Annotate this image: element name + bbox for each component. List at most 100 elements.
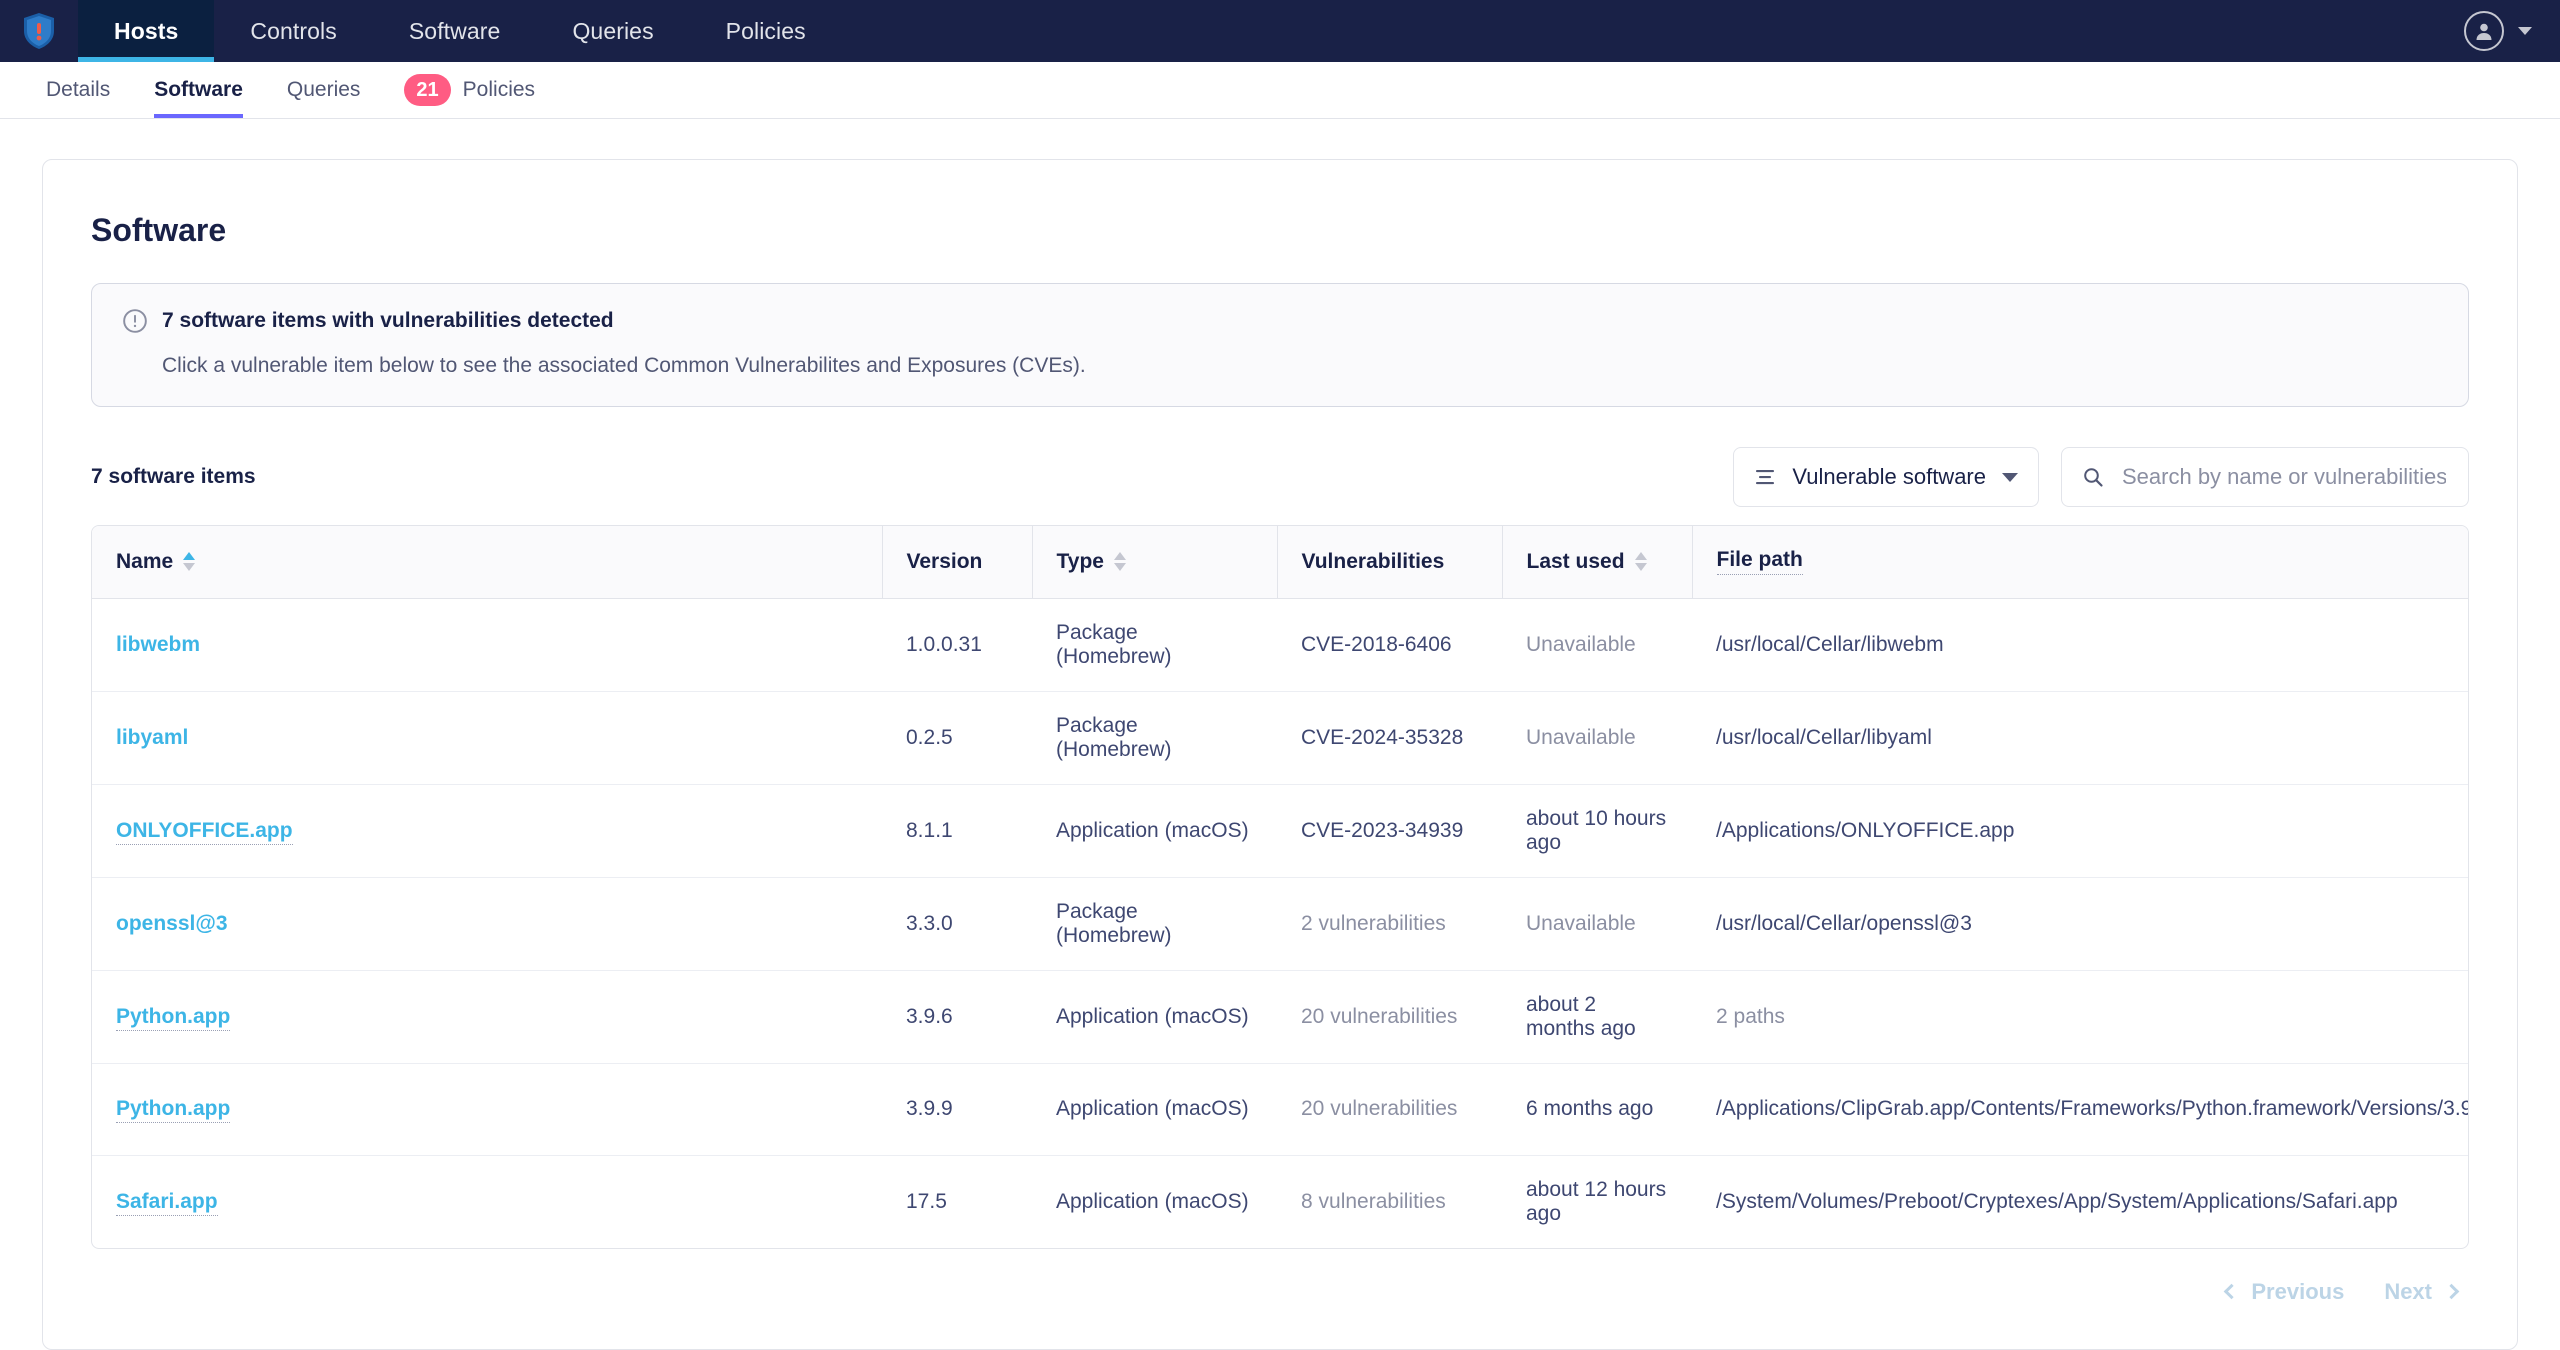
table-row[interactable]: Python.app 3.9.6 Application (macOS) 20 vul… bbox=[92, 970, 2468, 1064]
column-header-version-label: Version bbox=[906, 549, 983, 573]
nav-item-hosts-label: Hosts bbox=[114, 17, 179, 44]
software-name-link[interactable]: openssl@3 bbox=[116, 912, 228, 935]
user-avatar-icon bbox=[2476, 23, 2492, 40]
cell-file-path: /usr/local/Cellar/libyaml bbox=[1692, 691, 2468, 785]
cell-version: 3.3.0 bbox=[882, 877, 1032, 971]
previous-page-button[interactable]: Previous bbox=[2224, 1278, 2345, 1305]
table-row[interactable]: Safari.app 17.5 Application (macOS) 8 vulne… bbox=[92, 1155, 2468, 1248]
cell-file-path-text: 2 paths bbox=[1716, 1004, 1785, 1028]
search-box[interactable] bbox=[2061, 447, 2469, 507]
table-row[interactable]: openssl@3 3.3.0 Package (Homebrew) 2 vulner… bbox=[92, 877, 2468, 971]
column-header-vulnerabilities[interactable]: Vulnerabilities bbox=[1277, 526, 1503, 599]
table-row[interactable]: Python.app 3.9.9 Application (macOS) 20 vul… bbox=[92, 1063, 2468, 1156]
cell-vulnerabilities: 2 vulnerabilities bbox=[1277, 877, 1502, 971]
table-row[interactable]: libwebm 1.0.0.31 Package (Homebrew) CVE-201… bbox=[92, 598, 2468, 692]
cell-last-used-text: about 2 months ago bbox=[1526, 992, 1636, 1040]
column-header-name[interactable]: Name bbox=[92, 526, 883, 599]
sort-indicator-icon[interactable] bbox=[1634, 552, 1647, 572]
cell-version-text: 3.3.0 bbox=[906, 911, 953, 935]
cell-name: openssl@3 bbox=[92, 877, 882, 971]
software-table: Name Version Type Vulnerabilities Last u… bbox=[91, 525, 2469, 1249]
software-name-link[interactable]: libwebm bbox=[116, 633, 200, 656]
search-input[interactable] bbox=[2120, 463, 2448, 491]
column-header-file-path[interactable]: File path bbox=[1692, 526, 2468, 599]
cell-last-used: Unavailable bbox=[1502, 598, 1692, 692]
nav-item-software-label: Software bbox=[408, 17, 501, 44]
table-row[interactable]: ONLYOFFICE.app 8.1.1 Application (macOS) CV… bbox=[92, 784, 2468, 878]
software-name-link[interactable]: libyaml bbox=[116, 726, 188, 749]
software-card: Software 7 software items with vulnerabi… bbox=[42, 159, 2518, 1350]
nav-item-software[interactable]: Software bbox=[373, 0, 537, 62]
pagination: Previous Next bbox=[91, 1249, 2469, 1305]
cell-type-text: Application (macOS) bbox=[1056, 1004, 1249, 1028]
column-header-type[interactable]: Type bbox=[1032, 526, 1278, 599]
page-container: Software 7 software items with vulnerabi… bbox=[0, 119, 2560, 1350]
tab-policies[interactable]: 21 Policies bbox=[382, 62, 557, 118]
policies-count-badge: 21 bbox=[404, 74, 451, 106]
software-name-link[interactable]: Python.app bbox=[116, 1004, 231, 1031]
alert-heading-text: 7 software items with vulnerabilities de… bbox=[162, 309, 614, 332]
column-header-version[interactable]: Version bbox=[882, 526, 1033, 599]
nav-item-hosts[interactable]: Hosts bbox=[78, 0, 215, 62]
software-name-link[interactable]: ONLYOFFICE.app bbox=[116, 818, 293, 845]
avatar[interactable] bbox=[2464, 11, 2504, 51]
cell-vulnerabilities: 8 vulnerabilities bbox=[1277, 1155, 1502, 1248]
column-header-last-used[interactable]: Last used bbox=[1502, 526, 1693, 599]
cell-vulnerabilities: 20 vulnerabilities bbox=[1277, 970, 1502, 1064]
cell-vulnerabilities-text: 8 vulnerabilities bbox=[1301, 1189, 1446, 1213]
chevron-right-icon bbox=[2443, 1283, 2460, 1300]
cell-version: 8.1.1 bbox=[882, 784, 1032, 878]
software-name-link[interactable]: Python.app bbox=[116, 1097, 231, 1123]
chevron-down-icon[interactable] bbox=[2518, 27, 2532, 35]
top-navigation-bar: Hosts Controls Software Queries Policies bbox=[0, 0, 2560, 62]
cell-vulnerabilities-text: 2 vulnerabilities bbox=[1301, 911, 1446, 935]
cell-last-used-text: about 12 hours ago bbox=[1526, 1177, 1667, 1225]
tab-details[interactable]: Details bbox=[24, 62, 132, 118]
previous-page-label: Previous bbox=[2251, 1278, 2345, 1304]
alert-body-text: Click a vulnerable item below to see the… bbox=[162, 354, 1086, 377]
nav-item-controls[interactable]: Controls bbox=[214, 0, 372, 62]
software-name-link[interactable]: Safari.app bbox=[116, 1189, 218, 1216]
cell-last-used: about 10 hours ago bbox=[1502, 784, 1692, 878]
nav-item-queries[interactable]: Queries bbox=[536, 0, 689, 62]
cell-type-text: Application (macOS) bbox=[1056, 1097, 1249, 1120]
cell-last-used-text: Unavailable bbox=[1526, 911, 1636, 935]
user-menu[interactable] bbox=[2464, 0, 2532, 62]
cell-vulnerabilities: 20 vulnerabilities bbox=[1277, 1063, 1502, 1156]
sort-indicator-ascending-icon[interactable] bbox=[183, 552, 196, 572]
cell-vulnerabilities: CVE-2024-35328 bbox=[1277, 691, 1502, 785]
table-controls-right: Vulnerable software bbox=[1733, 447, 2469, 507]
app-logo[interactable] bbox=[0, 0, 78, 62]
table-header: Name Version Type Vulnerabilities Last u… bbox=[92, 526, 2468, 599]
primary-nav-items: Hosts Controls Software Queries Policies bbox=[78, 0, 842, 62]
alert-heading-row: 7 software items with vulnerabilities de… bbox=[122, 308, 2438, 334]
table-controls-row: 7 software items Vulnerable software bbox=[91, 447, 2469, 507]
cell-type: Application (macOS) bbox=[1032, 1063, 1277, 1156]
cell-type-text: Package (Homebrew) bbox=[1056, 620, 1172, 668]
cell-last-used-text: 6 months ago bbox=[1526, 1097, 1654, 1120]
tab-queries[interactable]: Queries bbox=[265, 62, 383, 118]
cell-file-path: 2 paths bbox=[1692, 970, 2468, 1064]
search-icon bbox=[2084, 468, 2103, 487]
vulnerability-alert-banner: 7 software items with vulnerabilities de… bbox=[91, 283, 2469, 407]
nav-item-policies-label: Policies bbox=[725, 17, 806, 44]
vulnerable-software-filter-dropdown[interactable]: Vulnerable software bbox=[1733, 447, 2039, 507]
cell-version-text: 17.5 bbox=[906, 1189, 947, 1213]
nav-item-policies[interactable]: Policies bbox=[690, 0, 842, 62]
table-row[interactable]: libyaml 0.2.5 Package (Homebrew) CVE-2024-3… bbox=[92, 691, 2468, 785]
cell-version-text: 0.2.5 bbox=[906, 725, 953, 749]
cell-name: libyaml bbox=[92, 691, 882, 785]
next-page-button[interactable]: Next bbox=[2384, 1279, 2460, 1305]
cell-file-path-text: /usr/local/Cellar/libyaml bbox=[1716, 725, 1932, 749]
sort-indicator-icon[interactable] bbox=[1113, 552, 1126, 572]
cell-version-text: 3.9.6 bbox=[906, 1004, 953, 1028]
tab-software[interactable]: Software bbox=[132, 62, 265, 118]
cell-version-text: 3.9.9 bbox=[906, 1097, 953, 1120]
column-header-type-label: Type bbox=[1056, 549, 1104, 573]
cell-version: 0.2.5 bbox=[882, 691, 1032, 785]
tab-details-label: Details bbox=[46, 78, 111, 101]
alert-circle-icon bbox=[123, 309, 147, 333]
cell-version: 3.9.9 bbox=[882, 1063, 1032, 1156]
tab-policies-label: Policies bbox=[462, 78, 536, 101]
cell-last-used-text: about 10 hours ago bbox=[1526, 806, 1667, 854]
